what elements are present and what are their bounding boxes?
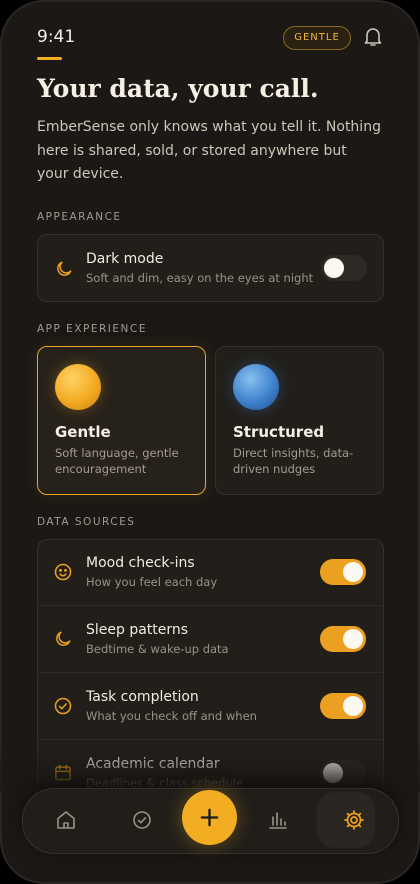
source-title: Sleep patterns xyxy=(86,622,189,638)
toggle-knob xyxy=(324,258,344,278)
source-subtitle: How you feel each day xyxy=(86,575,218,589)
page-title: Your data, your call. xyxy=(37,74,319,103)
moon-icon xyxy=(56,631,71,646)
gear-icon[interactable] xyxy=(342,808,366,832)
toggle-knob xyxy=(343,629,363,649)
accent-bar xyxy=(37,57,62,60)
plus-icon xyxy=(200,808,219,827)
experience-option-gentle[interactable]: Gentle Soft language, gentle encourageme… xyxy=(37,346,206,495)
source-row-sleep: Sleep patterns Bedtime & wake-up data xyxy=(37,606,382,672)
smile-icon xyxy=(54,563,72,581)
experience-option-structured[interactable]: Structured Direct insights, data-driven … xyxy=(215,346,384,495)
tasks-toggle[interactable] xyxy=(320,693,366,719)
source-title: Task completion xyxy=(86,689,199,705)
experience-title: Gentle xyxy=(55,423,111,441)
experience-title: Structured xyxy=(233,423,325,441)
bar-chart-icon[interactable] xyxy=(266,808,290,832)
toggle-knob xyxy=(323,763,343,783)
experience-description: Soft language, gentle encouragement xyxy=(55,446,179,476)
phone-frame: 9:41 GENTLE Your data, your call. EmberS… xyxy=(0,0,420,884)
section-label-appearance: APPEARANCE xyxy=(37,211,122,223)
mode-badge[interactable]: GENTLE xyxy=(283,26,351,50)
source-title: Academic calendar xyxy=(86,756,220,772)
structured-orb-icon xyxy=(233,364,279,410)
calendar-icon xyxy=(55,764,71,781)
section-label-sources: DATA SOURCES xyxy=(37,516,136,528)
dark-mode-card: Dark mode Soft and dim, easy on the eyes… xyxy=(37,234,384,302)
section-label-experience: APP EXPERIENCE xyxy=(37,323,147,335)
sleep-toggle[interactable] xyxy=(320,626,366,652)
status-time: 9:41 xyxy=(37,27,76,47)
moon-icon xyxy=(57,261,72,276)
intro-text: EmberSense only knows what you tell it. … xyxy=(37,119,381,182)
dark-mode-toggle[interactable] xyxy=(321,255,367,281)
experience-description: Direct insights, data-driven nudges xyxy=(233,446,354,476)
dark-mode-subtitle: Soft and dim, easy on the eyes at night xyxy=(86,271,314,285)
bell-icon[interactable] xyxy=(361,24,385,48)
toggle-knob xyxy=(343,696,363,716)
gentle-orb-icon xyxy=(55,364,101,410)
source-subtitle: Bedtime & wake-up data xyxy=(86,642,229,656)
mood-toggle[interactable] xyxy=(320,559,366,585)
check-circle-icon xyxy=(54,697,72,715)
toggle-knob xyxy=(343,562,363,582)
calendar-toggle[interactable] xyxy=(320,760,366,786)
dark-mode-title: Dark mode xyxy=(86,251,164,267)
source-title: Mood check-ins xyxy=(86,555,195,571)
source-row-mood: Mood check-ins How you feel each day xyxy=(37,539,382,605)
home-icon[interactable] xyxy=(54,808,78,832)
add-button[interactable] xyxy=(182,790,237,845)
check-circle-icon[interactable] xyxy=(130,808,154,832)
source-subtitle: What you check off and when xyxy=(86,709,257,723)
source-row-tasks: Task completion What you check off and w… xyxy=(37,673,382,739)
